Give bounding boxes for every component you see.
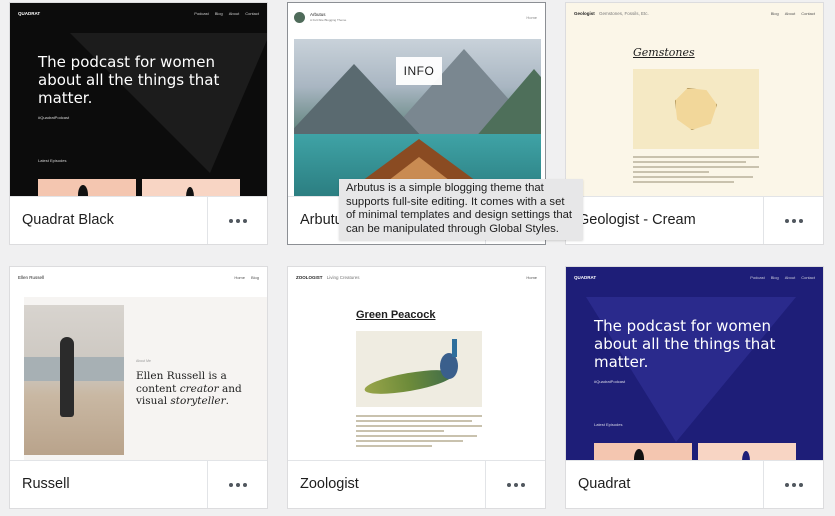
preview-body-text (633, 156, 759, 186)
theme-preview[interactable]: QUADRAT Podcast Blog About Contact The p… (10, 3, 267, 198)
theme-card-footer: Quadrat (566, 460, 823, 508)
preview-small-label: About Me (136, 359, 151, 363)
preview-nav-item: Blog (770, 275, 779, 280)
theme-name: Zoologist (300, 476, 359, 492)
preview-nav: Home Blog (234, 275, 259, 280)
site-logo-icon (294, 12, 305, 23)
theme-preview[interactable]: Geologist Gemstones, Fossils, Etc. Blog … (566, 3, 823, 198)
preview-tag: #QuadratPodcast (38, 115, 70, 120)
theme-card-footer: Geologist - Cream (566, 196, 823, 244)
theme-card-zoologist[interactable]: ZOOLOGIST Living Creatures Home Green Pe… (287, 266, 546, 509)
preview-nav: Podcast Blog About Contact (750, 275, 815, 280)
preview-logo-text: ZOOLOGIST (296, 275, 323, 280)
theme-card-geologist-cream[interactable]: Geologist Gemstones, Fossils, Etc. Blog … (565, 2, 824, 245)
ellipsis-icon (506, 483, 525, 487)
preview-section-label: Latest Episodes (38, 158, 67, 163)
preview-nav-item: Home (526, 275, 537, 280)
preview-peacock-image (356, 331, 482, 407)
theme-preview[interactable]: Arbutus A Full-Site Blogging Theme Home … (288, 3, 545, 198)
theme-card-russell[interactable]: Ellen Russell Home Blog About Me Ellen R… (9, 266, 268, 509)
preview-headline: The podcast for women about all the thin… (38, 53, 220, 107)
ellipsis-icon (228, 483, 247, 487)
preview-nav-item: Blog (770, 11, 779, 16)
preview-body-text (356, 415, 482, 450)
preview-nav-item: Contact (801, 275, 815, 280)
ellipsis-icon (228, 219, 247, 223)
preview-nav-item: Home (526, 15, 537, 20)
theme-name: Geologist - Cream (578, 212, 696, 228)
info-button[interactable]: INFO (396, 57, 442, 85)
more-options-button[interactable] (207, 461, 267, 508)
theme-description-tooltip: Arbutus is a simple blogging theme that … (339, 179, 583, 240)
theme-card-footer: Quadrat Black (10, 196, 267, 244)
theme-card-footer: Russell (10, 460, 267, 508)
preview-nav: Podcast Blog About Contact (194, 11, 259, 16)
theme-preview[interactable]: QUADRAT Podcast Blog About Contact The p… (566, 267, 823, 462)
preview-headline: The podcast for women about all the thin… (594, 317, 776, 371)
preview-tagline: Gemstones, Fossils, Etc. (599, 11, 649, 16)
preview-photo-sea (24, 357, 124, 381)
preview-logo: Ellen Russell (18, 275, 45, 280)
preview-nav-item: About (784, 11, 796, 16)
preview-logo: QUADRAT (18, 11, 41, 16)
preview-heading: Green Peacock (356, 309, 436, 321)
preview-logo: QUADRAT (574, 275, 597, 280)
intro-text-part: . (225, 395, 230, 407)
ellipsis-icon (784, 483, 803, 487)
preview-nav-item: Blog (214, 11, 223, 16)
preview-nav-item: Contact (245, 11, 259, 16)
preview-heading: Gemstones (633, 46, 695, 59)
preview-logo: Geologist Gemstones, Fossils, Etc. (574, 11, 649, 16)
preview-nav: Blog About Contact (771, 11, 815, 16)
preview-logo-text: Geologist (574, 11, 595, 16)
gem-illustration (675, 88, 717, 130)
peacock-neck (452, 339, 457, 357)
preview-site-tagline: A Full-Site Blogging Theme (310, 18, 347, 22)
theme-name: Russell (22, 476, 70, 492)
preview-nav-item: Blog (250, 275, 259, 280)
preview-logo: ZOOLOGIST Living Creatures (296, 275, 360, 280)
theme-preview[interactable]: Ellen Russell Home Blog About Me Ellen R… (10, 267, 267, 462)
preview-gem-image (633, 69, 759, 149)
ellipsis-icon (784, 219, 803, 223)
intro-text-emphasis: storyteller (170, 395, 226, 407)
preview-nav-item: Podcast (194, 11, 209, 16)
theme-card-quadrat[interactable]: QUADRAT Podcast Blog About Contact The p… (565, 266, 824, 509)
preview-intro-text: Ellen Russell is a content creator and v… (136, 370, 256, 408)
preview-section-label: Latest Episodes (594, 422, 623, 427)
more-options-button[interactable] (485, 461, 545, 508)
preview-tagline: Living Creatures (326, 275, 360, 280)
theme-card-quadrat-black[interactable]: QUADRAT Podcast Blog About Contact The p… (9, 2, 268, 245)
theme-card-footer: Zoologist (288, 460, 545, 508)
theme-preview[interactable]: ZOOLOGIST Living Creatures Home Green Pe… (288, 267, 545, 462)
preview-nav-item: Contact (801, 11, 815, 16)
theme-name: Quadrat (578, 476, 631, 492)
more-options-button[interactable] (763, 461, 823, 508)
preview-nav: Home (526, 275, 537, 280)
preview-nav-item: Podcast (750, 275, 765, 280)
more-options-button[interactable] (763, 197, 823, 244)
intro-text-emphasis: creator (179, 382, 219, 395)
preview-tag: #QuadratPodcast (594, 379, 626, 384)
preview-photo-figure (60, 337, 74, 417)
preview-nav-item: About (228, 11, 240, 16)
preview-nav-item: Home (234, 275, 245, 280)
more-options-button[interactable] (207, 197, 267, 244)
preview-nav: Home (526, 15, 537, 20)
preview-nav-item: About (784, 275, 796, 280)
preview-site-title: Arbutus (310, 12, 326, 17)
theme-name: Quadrat Black (22, 212, 114, 228)
